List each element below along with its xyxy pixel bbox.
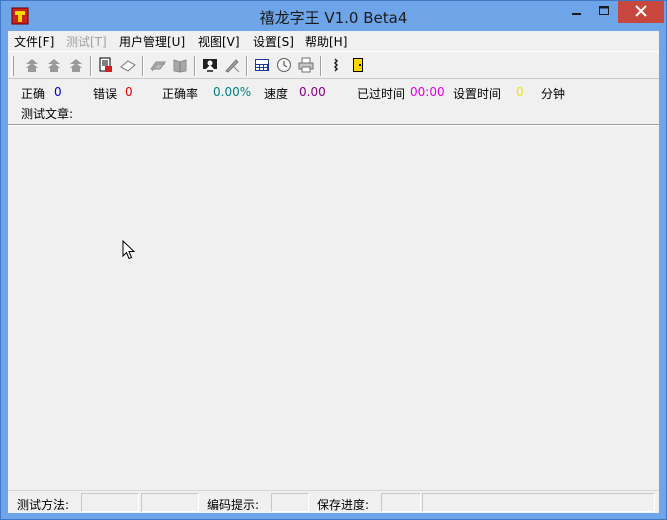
maximize-button[interactable] xyxy=(591,1,617,23)
title-bar[interactable]: 禧龙字王 V1.0 Beta4 xyxy=(1,1,666,31)
minimize-icon xyxy=(572,5,582,19)
accuracy-label: 正确率 xyxy=(162,87,199,101)
correct-label: 正确 xyxy=(21,87,46,101)
save-progress-label: 保存进度: xyxy=(317,498,370,512)
close-icon xyxy=(635,4,647,20)
menu-test[interactable]: 测试[T] xyxy=(66,33,107,50)
menu-file[interactable]: 文件[F] xyxy=(14,33,54,50)
error-label: 错误 xyxy=(93,87,118,101)
status-panel-progress xyxy=(381,493,421,512)
eraser-icon xyxy=(120,57,136,76)
toolbar-button-books[interactable] xyxy=(148,56,168,76)
toolbar-button-document[interactable] xyxy=(96,56,116,76)
toolbar-button-calculator[interactable] xyxy=(252,56,272,76)
pen-icon xyxy=(224,57,240,76)
speed-label: 速度 xyxy=(264,87,289,101)
typing-area[interactable] xyxy=(8,125,659,490)
exit-door-icon xyxy=(350,57,366,76)
accuracy-value: 0.00% xyxy=(213,85,252,99)
menu-users[interactable]: 用户管理[U] xyxy=(119,33,185,50)
status-panel-method-2 xyxy=(141,493,199,512)
elapsed-label: 已过时间 xyxy=(357,87,406,101)
article-label: 测试文章: xyxy=(21,107,74,121)
arrow-up-icon xyxy=(24,57,40,76)
toolbar-separator xyxy=(90,56,92,76)
status-panel-hint xyxy=(271,493,309,512)
correct-value: 0 xyxy=(54,85,62,99)
stats-panel: 正确 0 错误 0 正确率 0.00% 速度 0.00 已过时间 00:00 设… xyxy=(8,79,659,125)
toolbar-button-eraser[interactable] xyxy=(118,56,138,76)
set-time-label: 设置时间 xyxy=(453,87,502,101)
calculator-icon xyxy=(254,57,270,76)
status-panel-method xyxy=(81,493,139,512)
elapsed-value: 00:00 xyxy=(410,85,445,99)
arrow-up-icon xyxy=(46,57,62,76)
menu-bar: 文件[F] 测试[T] 用户管理[U] 视图[V] 设置[S] 帮助[H] xyxy=(8,31,659,51)
toolbar-separator xyxy=(194,56,196,76)
toolbar-button-3[interactable] xyxy=(66,56,86,76)
toolbar-button-info[interactable] xyxy=(326,56,346,76)
toolbar-button-1[interactable] xyxy=(22,56,42,76)
menu-view[interactable]: 视图[V] xyxy=(198,33,240,50)
menu-help[interactable]: 帮助[H] xyxy=(305,33,347,50)
mouse-pointer-icon xyxy=(122,239,136,263)
toolbar-button-clock[interactable] xyxy=(274,56,294,76)
toolbar xyxy=(8,51,659,79)
minute-label: 分钟 xyxy=(541,87,566,101)
maximize-icon xyxy=(599,5,609,19)
toolbar-separator xyxy=(142,56,144,76)
arrow-up-icon xyxy=(68,57,84,76)
client-area: 文件[F] 测试[T] 用户管理[U] 视图[V] 设置[S] 帮助[H] 正确… xyxy=(8,31,659,513)
toolbar-button-monitor[interactable] xyxy=(200,56,220,76)
minimize-button[interactable] xyxy=(564,1,590,23)
speed-value: 0.00 xyxy=(299,85,326,99)
book-icon xyxy=(172,57,188,76)
app-window: 禧龙字王 V1.0 Beta4 文件[F] 测试[T] 用户管理[U] 视图[V… xyxy=(0,0,667,520)
toolbar-separator xyxy=(246,56,248,76)
books-icon xyxy=(150,57,166,76)
toolbar-button-2[interactable] xyxy=(44,56,64,76)
status-bar: 测试方法: 编码提示: 保存进度: xyxy=(8,490,659,513)
toolbar-button-pen[interactable] xyxy=(222,56,242,76)
toolbar-button-book[interactable] xyxy=(170,56,190,76)
toolbar-separator xyxy=(320,56,322,76)
toolbar-grip[interactable] xyxy=(11,56,14,76)
info-icon xyxy=(328,57,344,76)
monitor-person-icon xyxy=(202,57,218,76)
menu-settings[interactable]: 设置[S] xyxy=(253,33,294,50)
test-method-label: 测试方法: xyxy=(17,498,70,512)
printer-icon xyxy=(298,57,314,76)
set-time-value: 0 xyxy=(516,85,524,99)
toolbar-button-printer[interactable] xyxy=(296,56,316,76)
status-panel-extra xyxy=(422,493,655,512)
close-button[interactable] xyxy=(618,1,664,23)
document-icon xyxy=(98,57,114,76)
toolbar-button-exit[interactable] xyxy=(348,56,368,76)
code-hint-label: 编码提示: xyxy=(207,498,260,512)
error-value: 0 xyxy=(125,85,133,99)
clock-icon xyxy=(276,57,292,76)
